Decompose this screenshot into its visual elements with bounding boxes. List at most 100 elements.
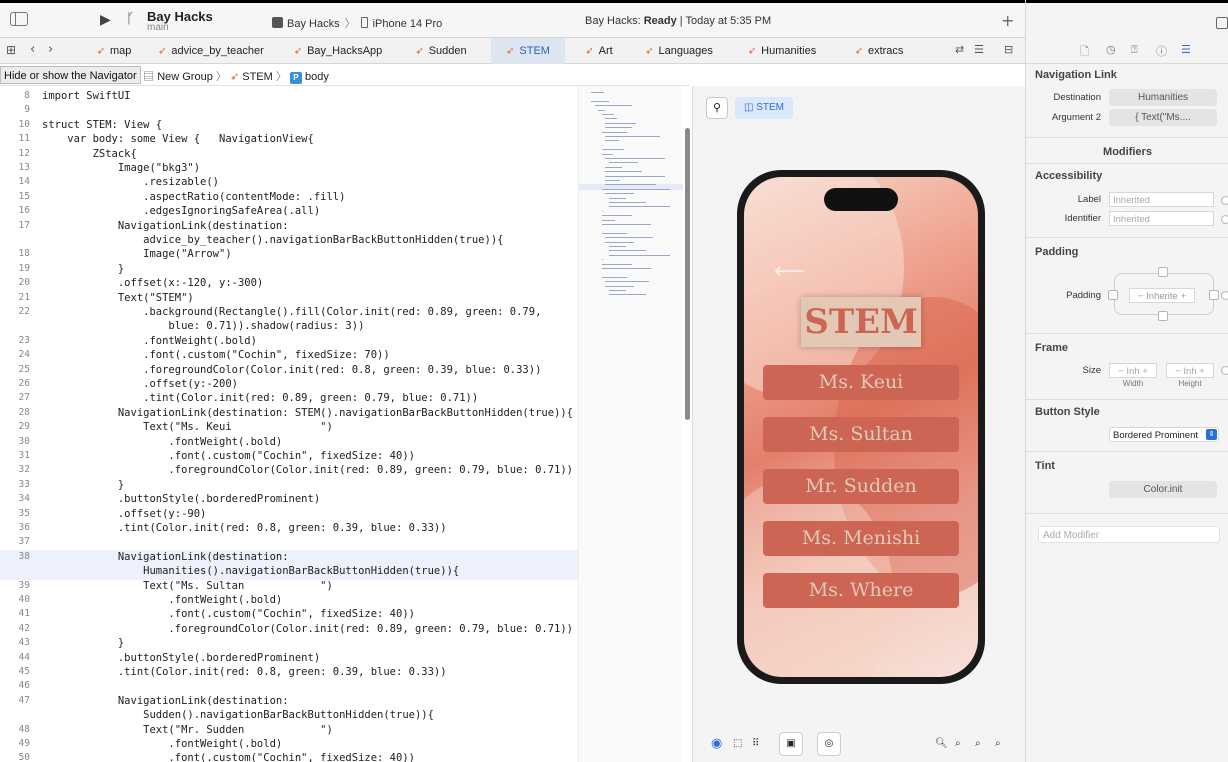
code-line[interactable]: .offset(y:-200) [42, 378, 238, 390]
code-line[interactable]: .tint(Color.init(red: 0.8, green: 0.39, … [42, 522, 447, 534]
add-icon[interactable]: + [1001, 11, 1014, 30]
code-line[interactable]: ZStack{ [42, 148, 137, 160]
live-preview-icon[interactable]: ◉ [711, 732, 722, 756]
code-line[interactable]: .tint(Color.init(red: 0.89, green: 0.79,… [42, 392, 478, 404]
code-line[interactable]: .edgesIgnoringSafeArea(.all) [42, 205, 320, 217]
code-line[interactable]: .fontWeight(.bold) [42, 436, 282, 448]
code-line[interactable]: blue: 0.71)).shadow(radius: 3)) [42, 320, 364, 332]
width-stepper[interactable]: − Inh + [1109, 363, 1157, 378]
identifier-reset-circle[interactable] [1221, 215, 1228, 224]
padding-top-checkbox[interactable] [1158, 267, 1168, 277]
code-line[interactable]: .fontWeight(.bold) [42, 594, 282, 606]
breadcrumb-file[interactable]: STEM [242, 71, 273, 83]
code-line[interactable]: NavigationLink(destination: [42, 695, 289, 707]
code-line[interactable]: Text("Mr. Sudden ") [42, 724, 333, 736]
tab-art[interactable]: ➶ Art [577, 38, 621, 64]
code-line[interactable]: NavigationLink(destination: STEM().navig… [42, 407, 573, 419]
code-line[interactable]: .font(.custom("Cochin", fixedSize: 40)) [42, 752, 415, 762]
label-field[interactable]: Inherited [1109, 192, 1214, 207]
inspector-toggle-icon[interactable] [1216, 17, 1228, 29]
code-line[interactable]: .tint(Color.init(red: 0.8, green: 0.39, … [42, 666, 447, 678]
code-line[interactable]: .fontWeight(.bold) [42, 335, 257, 347]
source-editor[interactable]: 8 import SwiftUI 9 10 struct STEM: View {11 … [0, 86, 578, 762]
code-line[interactable]: advice_by_teacher().navigationBarBackBut… [42, 234, 503, 246]
minus-icon[interactable]: − [1175, 366, 1181, 377]
selectable-icon[interactable]: ⬚ [733, 732, 742, 756]
minus-icon[interactable]: − [1118, 366, 1124, 377]
plus-icon[interactable]: + [1142, 366, 1148, 377]
tab-extracs[interactable]: ➶ extracs [845, 38, 913, 64]
code-line[interactable]: .font(.custom("Cochin", fixedSize: 40)) [42, 608, 415, 620]
teacher-button[interactable]: Ms. Where [763, 573, 959, 608]
teacher-button[interactable]: Ms. Menishi [763, 521, 959, 556]
zoom-fit-icon[interactable]: ⌕ [955, 732, 961, 756]
editor-scrollbar[interactable] [685, 128, 690, 420]
breadcrumb-group[interactable]: New Group [157, 71, 213, 83]
device-settings-icon[interactable]: ▣ [779, 732, 803, 756]
code-line[interactable]: .font(.custom("Cochin", fixedSize: 40)) [42, 450, 415, 462]
code-line[interactable]: } [42, 479, 124, 491]
breadcrumb[interactable]: ks 〉 ▤ New Group 〉 ➶ STEM 〉 P body [115, 68, 329, 84]
file-inspector-icon[interactable]: 🗋 [1080, 43, 1089, 62]
code-line[interactable]: Text("Ms. Sultan ") [42, 580, 333, 592]
help-icon[interactable]: ⍰ [1131, 43, 1138, 57]
code-line[interactable]: .aspectRatio(contentMode: .fill) [42, 191, 345, 203]
zoom-in-icon[interactable]: ⌕ [995, 732, 1001, 756]
code-line[interactable]: .background(Rectangle().fill(Color.init(… [42, 306, 541, 318]
code-line[interactable]: import SwiftUI [42, 90, 131, 102]
padding-stepper[interactable]: − Inherite + [1129, 288, 1195, 303]
code-line[interactable]: Text("STEM") [42, 292, 194, 304]
run-play-icon[interactable]: ▶ [100, 12, 111, 28]
code-line[interactable]: Text("Ms. Keui ") [42, 421, 333, 433]
code-line[interactable]: NavigationLink(destination: [42, 551, 289, 563]
grid-icon[interactable]: ⊞ [6, 43, 16, 57]
destination-field[interactable]: Humanities [1109, 89, 1217, 106]
code-line[interactable]: .foregroundColor(Color.init(red: 0.89, g… [42, 464, 573, 476]
code-line[interactable]: .fontWeight(.bold) [42, 738, 282, 750]
code-line[interactable]: .foregroundColor(Color.init(red: 0.89, g… [42, 623, 573, 635]
code-line[interactable]: } [42, 263, 124, 275]
lines-icon[interactable]: ☰ [974, 43, 984, 56]
padding-trailing-checkbox[interactable] [1209, 290, 1219, 300]
tab-map[interactable]: ➶ map [86, 38, 142, 64]
button-style-select[interactable]: Bordered Prominent ⇕ [1109, 427, 1219, 442]
tab-languages[interactable]: ➶ Languages [637, 38, 721, 64]
teacher-button[interactable]: Mr. Sudden [763, 469, 959, 504]
plus-icon[interactable]: + [1180, 291, 1186, 302]
code-line[interactable]: Sudden().navigationBarBackButtonHidden(t… [42, 709, 434, 721]
code-line[interactable]: NavigationLink(destination: [42, 220, 289, 232]
zoom-actual-icon[interactable]: ⌕ [975, 732, 981, 756]
minimap[interactable] [578, 86, 683, 762]
code-line[interactable]: .offset(y:-90) [42, 508, 207, 520]
tint-field[interactable]: Color.init [1109, 481, 1217, 498]
swap-icon[interactable]: ⇄ [955, 43, 964, 56]
code-line[interactable]: Image("Arrow") [42, 248, 232, 260]
argument-field[interactable]: { Text("Ms.... [1109, 109, 1217, 126]
code-line[interactable]: .buttonStyle(.borderedProminent) [42, 652, 320, 664]
code-line[interactable]: struct STEM: View { [42, 119, 162, 131]
zoom-out-icon[interactable]: 🔍︎ [935, 732, 948, 756]
history-icon[interactable]: ◷ [1106, 43, 1116, 56]
code-line[interactable]: Humanities().navigationBarBackButtonHidd… [42, 565, 459, 577]
code-line[interactable]: var body: some View { NavigationView{ [42, 133, 314, 145]
tab-bay_hacksapp[interactable]: ➶ Bay_HacksApp [292, 38, 384, 64]
variants-grid-icon[interactable]: ⠿ [752, 732, 759, 756]
add-modifier-field[interactable]: Add Modifier [1038, 526, 1220, 543]
minus-icon[interactable]: − [1138, 291, 1144, 302]
tab-humanities[interactable]: ➶ Humanities [740, 38, 824, 64]
padding-bottom-checkbox[interactable] [1158, 311, 1168, 321]
tab-sudden[interactable]: ➶ Sudden [409, 38, 473, 64]
height-stepper[interactable]: − Inh + [1166, 363, 1214, 378]
breadcrumb-symbol[interactable]: body [305, 71, 329, 83]
pin-icon[interactable]: ⚲ [706, 97, 728, 119]
frame-reset-circle[interactable] [1221, 366, 1228, 375]
preview-badge[interactable]: ◫ STEM [735, 97, 794, 119]
code-line[interactable]: } [42, 637, 124, 649]
code-line[interactable]: .font(.custom("Cochin", fixedSize: 70)) [42, 349, 390, 361]
label-reset-circle[interactable] [1221, 196, 1228, 205]
identity-icon[interactable]: ⓘ [1156, 43, 1167, 59]
attributes-inspector-icon[interactable]: ☰ [1181, 43, 1191, 56]
plus-icon[interactable]: + [1199, 366, 1205, 377]
navigator-toggle-icon[interactable] [10, 12, 28, 26]
tab-advice_by_teacher[interactable]: ➶ advice_by_teacher [158, 38, 264, 64]
